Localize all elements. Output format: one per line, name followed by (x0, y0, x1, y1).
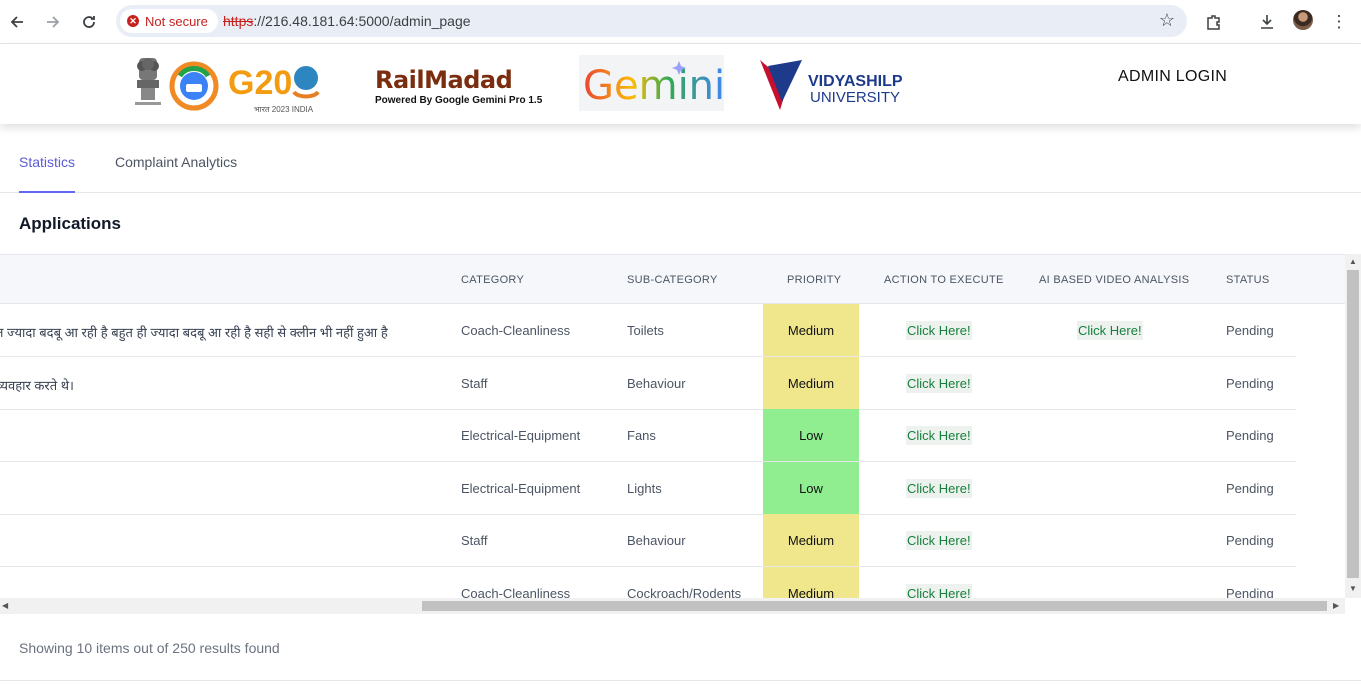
priority-badge: Medium (763, 304, 859, 356)
sub-category-cell: Behaviour (627, 533, 686, 548)
column-header-action: ACTION TO EXECUTE (884, 274, 1004, 286)
menu-kebab-icon[interactable]: ⋮ (1326, 9, 1352, 35)
security-chip[interactable]: ✕ Not secure (120, 9, 218, 33)
sub-category-cell: Lights (627, 481, 662, 496)
url-protocol: https (223, 13, 254, 29)
scroll-down-arrow-icon[interactable]: ▼ (1349, 584, 1357, 593)
national-emblem-logo (131, 56, 165, 110)
results-summary: Showing 10 items out of 250 results foun… (19, 640, 280, 656)
status-cell: Pending (1226, 376, 1274, 391)
scroll-right-arrow-icon[interactable]: ▶ (1333, 601, 1339, 610)
forward-arrow-icon[interactable] (40, 9, 66, 35)
g20-subtext: भारत 2023 INDIA (254, 105, 314, 114)
category-cell: Coach-Cleanliness (461, 586, 571, 598)
action-link[interactable]: Click Here! (906, 531, 972, 550)
action-link[interactable]: Click Here! (906, 479, 972, 498)
status-cell: Pending (1226, 533, 1274, 548)
status-cell: Pending (1226, 586, 1274, 598)
vidyashilp-university-logo: VIDYASHILP UNIVERSITY (758, 56, 908, 112)
sub-category-cell: Toilets (627, 323, 664, 338)
action-link[interactable]: Click Here! (906, 321, 972, 340)
priority-badge: Low (763, 462, 859, 514)
priority-badge: Medium (763, 357, 859, 409)
category-cell: Coach-Cleanliness (461, 323, 571, 338)
table-row: त ज्यादा बदबू आ रही है बहुत ही ज्यादा बद… (0, 304, 1296, 357)
status-cell: Pending (1226, 481, 1274, 496)
g20-logo: G20 भारत 2023 INDIA (168, 56, 328, 114)
divider (0, 680, 1361, 681)
url-text[interactable]: https://216.48.181.64:5000/admin_page (223, 13, 471, 29)
railmadad-logo: RailMadad Powered By Google Gemini Pro 1… (375, 66, 545, 110)
category-cell: Staff (461, 376, 488, 391)
active-tab-indicator (19, 191, 75, 193)
sub-category-cell: Behaviour (627, 376, 686, 391)
column-header-video-analysis: AI BASED VIDEO ANALYSIS (1039, 274, 1190, 286)
status-cell: Pending (1226, 323, 1274, 338)
railmadad-subtitle: Powered By Google Gemini Pro 1.5 (375, 95, 543, 106)
g20-text: G20 (228, 64, 292, 102)
description-cell: व्यवहार करते थे। (0, 378, 74, 393)
section-title: Applications (19, 214, 122, 233)
gemini-logo: Gemini (579, 55, 725, 111)
tab-statistics[interactable]: Statistics (19, 154, 75, 170)
back-arrow-icon[interactable] (4, 9, 30, 35)
profile-avatar[interactable] (1293, 10, 1313, 30)
column-header-priority: PRIORITY (787, 274, 842, 286)
table-header: CATEGORY SUB-CATEGORY PRIORITY ACTION TO… (0, 254, 1345, 304)
download-icon[interactable] (1254, 9, 1280, 35)
table-row: व्यवहार करते थे। Staff Behaviour Medium … (0, 357, 1296, 410)
priority-badge: Medium (763, 514, 859, 566)
action-link[interactable]: Click Here! (906, 374, 972, 393)
vertical-scroll-thumb[interactable] (1347, 270, 1359, 578)
category-cell: Electrical-Equipment (461, 481, 581, 496)
admin-login-link[interactable]: ADMIN LOGIN (1118, 68, 1227, 86)
sub-category-cell: Cockroach/Rodents (627, 586, 742, 598)
horizontal-scrollbar[interactable]: ◀ ▶ (0, 598, 1345, 614)
gemini-text: Gemini (583, 63, 724, 109)
university-name-line1: VIDYASHILP (808, 73, 903, 90)
table-row: Electrical-Equipment Lights Low Click He… (0, 462, 1296, 515)
table-row: Coach-Cleanliness Cockroach/Rodents Medi… (0, 567, 1296, 598)
site-header: G20 भारत 2023 INDIA RailMadad Powered By… (0, 44, 1361, 124)
university-name-line2: UNIVERSITY (810, 89, 900, 106)
bookmark-star-icon[interactable]: ☆ (1159, 10, 1175, 31)
column-header-category: CATEGORY (461, 274, 525, 286)
browser-toolbar: ✕ Not secure https://216.48.181.64:5000/… (0, 0, 1361, 44)
applications-table: CATEGORY SUB-CATEGORY PRIORITY ACTION TO… (0, 254, 1345, 598)
tab-complaint-analytics[interactable]: Complaint Analytics (115, 154, 237, 170)
category-cell: Electrical-Equipment (461, 428, 581, 443)
security-label: Not secure (145, 13, 208, 29)
reload-icon[interactable] (76, 9, 102, 35)
action-link[interactable]: Click Here! (906, 426, 972, 445)
priority-badge: Low (763, 409, 859, 461)
url-path: ://216.48.181.64:5000/admin_page (253, 13, 471, 29)
status-cell: Pending (1226, 428, 1274, 443)
description-cell: त ज्यादा बदबू आ रही है बहुत ही ज्यादा बद… (0, 325, 388, 340)
scroll-up-arrow-icon[interactable]: ▲ (1349, 257, 1357, 266)
sub-category-cell: Fans (627, 428, 656, 443)
column-header-status: STATUS (1226, 274, 1270, 286)
tab-bar: Statistics Complaint Analytics (0, 124, 1361, 193)
extensions-icon[interactable] (1201, 9, 1227, 35)
action-link[interactable]: Click Here! (906, 584, 972, 598)
table-row: Staff Behaviour Medium Click Here! Pendi… (0, 514, 1296, 567)
column-header-sub-category: SUB-CATEGORY (627, 274, 718, 286)
category-cell: Staff (461, 533, 488, 548)
address-bar[interactable]: ✕ Not secure https://216.48.181.64:5000/… (116, 5, 1187, 37)
video-analysis-link[interactable]: Click Here! (1077, 321, 1143, 340)
railmadad-title: RailMadad (375, 66, 513, 94)
vertical-scrollbar[interactable]: ▲ ▼ (1345, 254, 1361, 598)
priority-badge: Medium (763, 567, 859, 598)
table-row: Electrical-Equipment Fans Low Click Here… (0, 409, 1296, 462)
scroll-left-arrow-icon[interactable]: ◀ (2, 601, 8, 610)
horizontal-scroll-thumb[interactable] (422, 601, 1327, 611)
not-secure-icon: ✕ (127, 15, 139, 27)
